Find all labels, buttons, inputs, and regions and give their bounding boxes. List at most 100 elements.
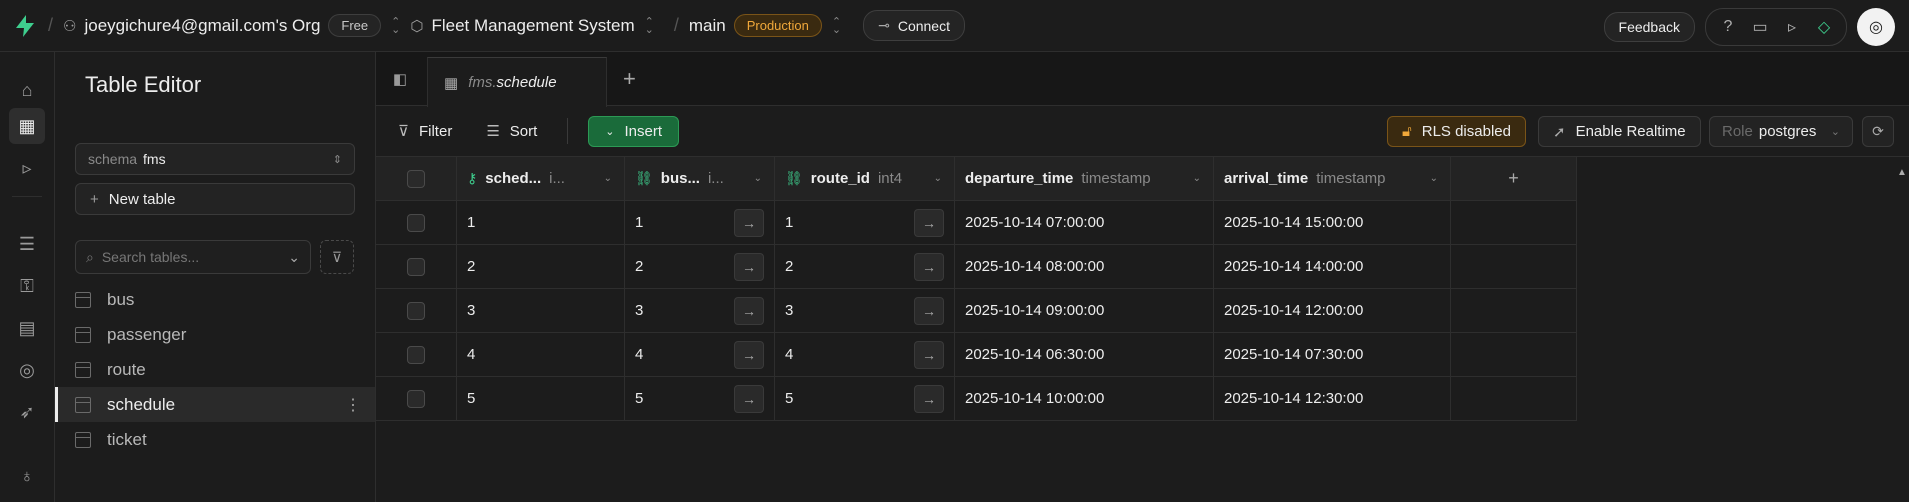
auth-icon[interactable]: ⚿ <box>9 268 45 304</box>
role-select[interactable]: Role postgres ⌄ <box>1709 116 1853 147</box>
row-checkbox[interactable] <box>407 301 425 320</box>
sidebar-item-passenger[interactable]: passenger <box>55 317 375 352</box>
inbox-icon[interactable]: ▭ <box>1744 11 1776 43</box>
cell-route-id[interactable]: 3 → <box>775 289 955 332</box>
home-icon[interactable]: ⌂ <box>9 72 45 108</box>
new-table-button[interactable]: + New table <box>75 183 355 215</box>
arrow-right-icon[interactable]: → <box>914 341 944 369</box>
chevron-down-icon[interactable]: ⌄ <box>1193 173 1201 184</box>
rls-disabled-button[interactable]: 🔓︎ RLS disabled <box>1387 116 1526 147</box>
arrow-right-icon[interactable]: → <box>914 209 944 237</box>
branch-breadcrumb[interactable]: main Production <box>689 14 822 37</box>
cell-arrival-time[interactable]: 2025-10-14 12:30:00 <box>1214 377 1451 420</box>
arrow-right-icon[interactable]: → <box>734 209 764 237</box>
sidebar-item-schedule[interactable]: schedule ⋮ <box>55 387 375 422</box>
cell-arrival-time[interactable]: 2025-10-14 14:00:00 <box>1214 245 1451 288</box>
table-editor-icon[interactable]: ▦ <box>9 108 45 144</box>
add-column-button[interactable]: + <box>1451 157 1577 200</box>
cell-bus-id[interactable]: 4 → <box>625 333 775 376</box>
avatar[interactable]: ◎ <box>1857 8 1895 46</box>
cell-departure-time[interactable]: 2025-10-14 06:30:00 <box>955 333 1214 376</box>
database-icon[interactable]: ☰ <box>9 226 45 262</box>
row-checkbox[interactable] <box>407 389 425 408</box>
cell-bus-id[interactable]: 3 → <box>625 289 775 332</box>
filter-button[interactable]: ⊽ Filter <box>398 122 452 141</box>
cell-route-id[interactable]: 5 → <box>775 377 955 420</box>
supabase-logo-icon[interactable] <box>12 13 38 39</box>
vertical-scrollbar[interactable]: ▲ <box>1895 157 1909 502</box>
table-row[interactable]: 2 2 → 2 → 2025-10-14 08:00:00 2025-10-14 1… <box>376 245 1577 289</box>
cell-departure-time[interactable]: 2025-10-14 07:00:00 <box>955 201 1214 244</box>
cell-departure-time[interactable]: 2025-10-14 08:00:00 <box>955 245 1214 288</box>
chevron-updown-icon[interactable]: ⌃ ⌄ <box>391 16 400 35</box>
sidebar-item-ticket[interactable]: ticket <box>55 422 375 457</box>
chevron-down-icon[interactable]: ⌄ <box>1430 173 1438 184</box>
cell-bus-id[interactable]: 2 → <box>625 245 775 288</box>
lightbulb-icon[interactable]: ♁ <box>9 458 45 494</box>
column-header-route-id[interactable]: ⛓ route_id int4 ⌄ <box>775 157 955 200</box>
assistant-icon[interactable]: ◇ <box>1808 11 1840 43</box>
table-row[interactable]: 3 3 → 3 → 2025-10-14 09:00:00 2025-10-14 1… <box>376 289 1577 333</box>
cell-arrival-time[interactable]: 2025-10-14 07:30:00 <box>1214 333 1451 376</box>
cell-bus-id[interactable]: 1 → <box>625 201 775 244</box>
project-breadcrumb[interactable]: ⬡ Fleet Management System <box>410 16 634 36</box>
cell-departure-time[interactable]: 2025-10-14 10:00:00 <box>955 377 1214 420</box>
search-input[interactable]: Search tables... <box>102 249 199 265</box>
cell-schedule-id[interactable]: 1 <box>457 201 625 244</box>
feedback-button[interactable]: Feedback <box>1603 12 1695 42</box>
schema-select[interactable]: schema fms ⇕ <box>75 143 355 175</box>
more-vertical-icon[interactable]: ⋮ <box>345 395 361 415</box>
column-header-arrival-time[interactable]: arrival_time timestamp ⌄ <box>1214 157 1451 200</box>
arrow-right-icon[interactable]: → <box>734 297 764 325</box>
arrow-right-icon[interactable]: → <box>914 297 944 325</box>
connect-button[interactable]: ⊸ Connect <box>863 10 965 41</box>
cell-schedule-id[interactable]: 4 <box>457 333 625 376</box>
arrow-right-icon[interactable]: → <box>734 253 764 281</box>
cell-arrival-time[interactable]: 2025-10-14 15:00:00 <box>1214 201 1451 244</box>
column-header-departure-time[interactable]: departure_time timestamp ⌄ <box>955 157 1214 200</box>
sidebar-item-route[interactable]: route <box>55 352 375 387</box>
chevron-updown-icon[interactable]: ⌃ ⌄ <box>832 16 841 35</box>
help-icon[interactable]: ? <box>1712 11 1744 43</box>
cell-route-id[interactable]: 2 → <box>775 245 955 288</box>
table-row[interactable]: 4 4 → 4 → 2025-10-14 06:30:00 2025-10-14 0… <box>376 333 1577 377</box>
column-header-bus-id[interactable]: ⛓ bus... i... ⌄ <box>625 157 775 200</box>
storage-icon[interactable]: ▤ <box>9 310 45 346</box>
scroll-up-icon[interactable]: ▲ <box>1897 167 1907 178</box>
cell-bus-id[interactable]: 5 → <box>625 377 775 420</box>
arrow-right-icon[interactable]: → <box>914 385 944 413</box>
sql-editor-icon[interactable]: ▹ <box>9 150 45 186</box>
row-checkbox[interactable] <box>407 213 425 232</box>
sidebar-toggle-icon[interactable]: ◧ <box>389 68 411 90</box>
org-breadcrumb[interactable]: ⚇ joeygichure4@gmail.com's Org Free <box>63 14 382 37</box>
sidebar-item-bus[interactable]: bus <box>55 282 375 317</box>
insert-button[interactable]: ⌄ Insert <box>588 115 680 147</box>
column-header-schedule-id[interactable]: ⚷ sched... i... ⌄ <box>457 157 625 200</box>
refresh-icon[interactable]: ⟳ <box>1862 116 1894 147</box>
chevron-updown-icon[interactable]: ⌃ ⌄ <box>645 16 654 35</box>
chevron-down-icon[interactable]: ⌄ <box>934 173 942 184</box>
table-row[interactable]: 1 1 → 1 → 2025-10-14 07:00:00 2025-10-14 1… <box>376 201 1577 245</box>
cell-route-id[interactable]: 1 → <box>775 201 955 244</box>
sort-button[interactable]: ☰ Sort <box>486 122 537 141</box>
cell-schedule-id[interactable]: 2 <box>457 245 625 288</box>
chevron-down-icon[interactable]: ⌄ <box>754 173 762 184</box>
row-checkbox[interactable] <box>407 345 425 364</box>
edge-functions-icon[interactable]: ◎ <box>9 352 45 388</box>
arrow-right-icon[interactable]: → <box>734 341 764 369</box>
cell-schedule-id[interactable]: 3 <box>457 289 625 332</box>
add-tab-icon[interactable]: + <box>623 66 636 92</box>
filter-icon[interactable]: ⊽ <box>320 240 354 274</box>
realtime-icon[interactable]: ➶ <box>9 394 45 430</box>
tab-schedule[interactable]: ▦ fms.schedule <box>427 57 607 107</box>
chevron-down-icon[interactable]: ⌄ <box>604 173 612 184</box>
arrow-right-icon[interactable]: → <box>734 385 764 413</box>
row-checkbox[interactable] <box>407 257 425 276</box>
table-row[interactable]: 5 5 → 5 → 2025-10-14 10:00:00 2025-10-14 1… <box>376 377 1577 421</box>
cell-route-id[interactable]: 4 → <box>775 333 955 376</box>
arrow-right-icon[interactable]: → <box>914 253 944 281</box>
enable-realtime-button[interactable]: ➚ Enable Realtime <box>1538 116 1701 147</box>
search-tables[interactable]: ⌕ Search tables... ⌄ <box>75 240 311 274</box>
cell-departure-time[interactable]: 2025-10-14 09:00:00 <box>955 289 1214 332</box>
terminal-icon[interactable]: ▹ <box>1776 11 1808 43</box>
